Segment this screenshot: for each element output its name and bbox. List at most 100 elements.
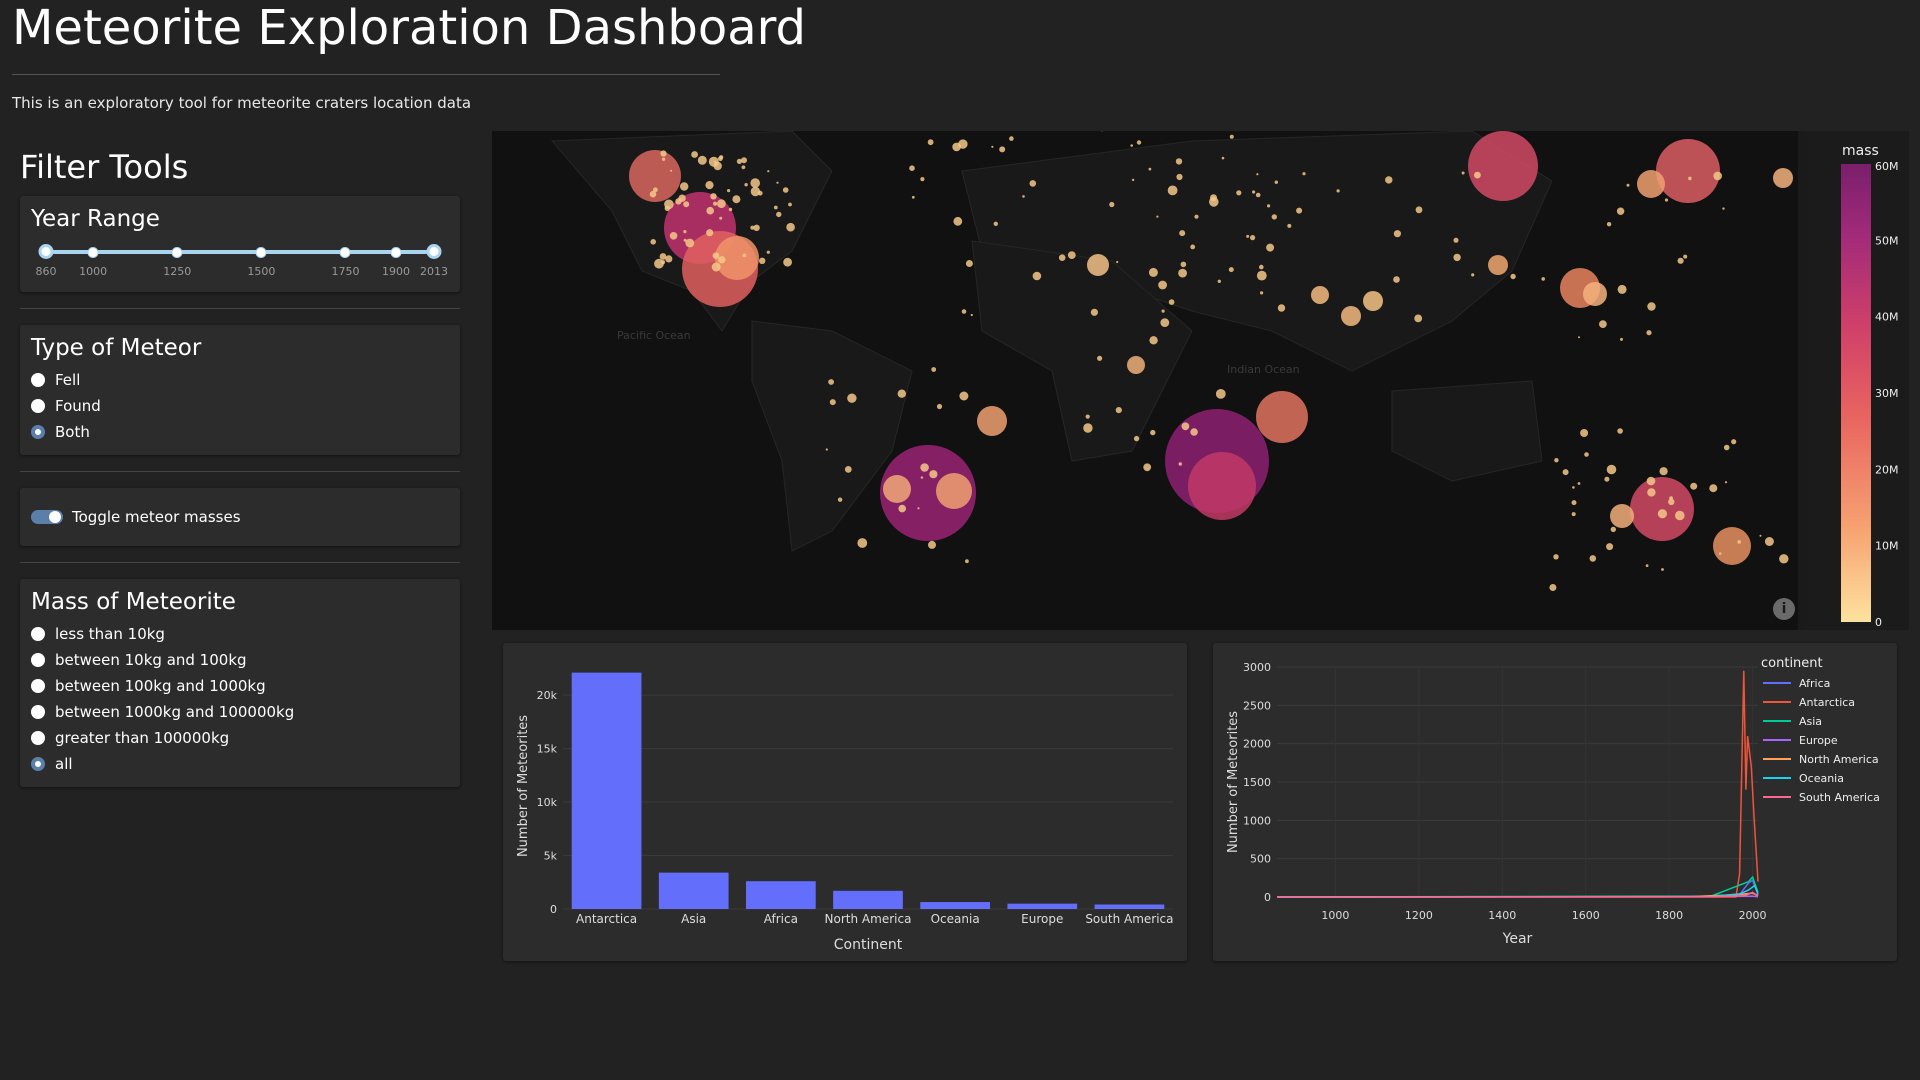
meteorite-marker[interactable] [1549,584,1557,591]
meteorite-marker[interactable] [1188,452,1256,520]
series-line[interactable] [1277,670,1759,898]
toggle-knob[interactable] [49,511,61,523]
radio-button[interactable] [31,425,45,439]
meteorite-marker[interactable] [744,183,748,187]
meteorite-marker[interactable] [1675,510,1685,521]
meteorite-marker[interactable] [1009,136,1014,141]
meteorite-marker[interactable] [1217,279,1221,283]
radio-button[interactable] [31,399,45,413]
meteorite-marker[interactable] [1657,509,1667,519]
meteorite-marker[interactable] [1246,234,1250,238]
meteorite-marker[interactable] [1572,486,1575,489]
meteorite-marker[interactable] [1731,439,1737,445]
meteorite-marker[interactable] [1773,168,1793,188]
meteorite-marker[interactable] [857,538,868,548]
meteorite-marker[interactable] [953,216,963,226]
meteorite-marker[interactable] [1274,180,1278,184]
mass-option[interactable]: between 100kg and 1000kg [31,673,449,699]
meteorite-marker[interactable] [1580,429,1589,437]
meteorite-marker[interactable] [1181,422,1190,431]
meteorite-marker[interactable] [1190,428,1198,436]
meteorite-marker[interactable] [837,497,843,502]
radio-button[interactable] [31,731,45,745]
meteorite-marker[interactable] [661,157,666,161]
meteorite-marker[interactable] [929,470,938,479]
meteorite-marker[interactable] [1178,268,1187,278]
meteorite-marker[interactable] [1688,176,1692,181]
meteorite-marker[interactable] [1097,355,1103,361]
meteorite-marker[interactable] [727,189,731,193]
mass-option[interactable]: between 10kg and 100kg [31,647,449,673]
meteorite-marker[interactable] [970,313,973,317]
radio-button[interactable] [31,757,45,771]
meteorite-marker[interactable] [883,475,911,503]
meteorite-marker[interactable] [1277,304,1286,312]
slider-mark-dot[interactable] [171,247,183,258]
meteorite-marker[interactable] [1255,192,1261,198]
meteorite-marker[interactable] [1085,414,1090,419]
meteorite-marker[interactable] [1302,172,1306,176]
meteorite-marker[interactable] [1167,185,1178,196]
meteorite-marker[interactable] [1256,391,1308,443]
meteorite-marker[interactable] [713,161,722,171]
meteorite-marker[interactable] [959,391,969,401]
meteorite-marker[interactable] [683,201,690,208]
meteorite-marker[interactable] [911,195,915,199]
meteorite-marker[interactable] [697,155,707,165]
meteorite-marker[interactable] [1180,261,1187,268]
meteorite-marker[interactable] [936,473,972,509]
bar[interactable] [920,902,990,909]
meteorite-marker[interactable] [1190,244,1196,250]
meteorite-marker[interactable] [1471,273,1475,277]
meteorite-marker[interactable] [741,165,746,170]
meteorite-marker[interactable] [1236,190,1242,196]
meteorite-marker[interactable] [706,206,714,215]
meteorite-marker[interactable] [683,230,687,234]
meteorite-marker[interactable] [920,476,924,479]
legend-label[interactable]: Oceania [1799,772,1844,785]
meteorite-marker[interactable] [961,309,967,314]
mass-option[interactable]: between 1000kg and 100000kg [31,699,449,725]
meteorite-marker[interactable] [1252,190,1256,194]
mass-option[interactable]: less than 10kg [31,621,449,647]
meteorite-marker[interactable] [728,207,733,212]
meteorite-marker[interactable] [685,238,695,248]
meteorite-marker[interactable] [1606,464,1617,475]
meteorite-marker[interactable] [1414,314,1423,323]
meteorite-marker[interactable] [650,239,656,245]
meteorite-marker[interactable] [1363,291,1383,311]
meteorite-marker[interactable] [1713,527,1751,565]
meteorite-marker[interactable] [710,193,717,200]
radio-button[interactable] [31,627,45,641]
meteorite-marker[interactable] [928,540,936,549]
year-line-chart[interactable]: 0 500 1000 1500 2000 2500 3000 1000 1200 1400 1600… [1213,643,1897,961]
meteorite-marker[interactable] [1683,254,1688,259]
meteorite-marker[interactable] [786,222,795,232]
meteorite-marker[interactable] [936,403,943,410]
meteor-type-option[interactable]: Fell [31,367,449,393]
meteorite-marker[interactable] [788,202,792,207]
meteorite-marker[interactable] [766,250,770,254]
meteorite-marker[interactable] [1266,243,1275,252]
meteorite-marker[interactable] [1229,134,1234,139]
meteorite-marker[interactable] [991,145,994,148]
meteorite-marker[interactable] [1541,277,1545,281]
meteorite-marker[interactable] [718,256,726,264]
meteorite-marker[interactable] [1287,223,1292,228]
meteorite-marker[interactable] [717,199,726,209]
meteorite-marker[interactable] [999,146,1006,153]
meteorite-marker[interactable] [1341,306,1361,326]
meteorite-marker[interactable] [825,448,828,451]
toggle-mass-row[interactable]: Toggle meteor masses [31,500,449,534]
meteorite-marker[interactable] [1032,271,1042,281]
meteorite-marker[interactable] [1336,189,1340,193]
meteorite-marker[interactable] [750,186,761,197]
meteorite-marker[interactable] [897,389,906,398]
meteorite-marker[interactable] [965,260,973,267]
meteorite-marker[interactable] [1090,308,1098,316]
meteorite-marker[interactable] [1221,156,1225,160]
meteorite-marker[interactable] [993,221,998,226]
meteorite-marker[interactable] [1637,170,1665,198]
meteorite-marker[interactable] [1724,481,1728,484]
meteorite-marker[interactable] [1168,299,1175,305]
